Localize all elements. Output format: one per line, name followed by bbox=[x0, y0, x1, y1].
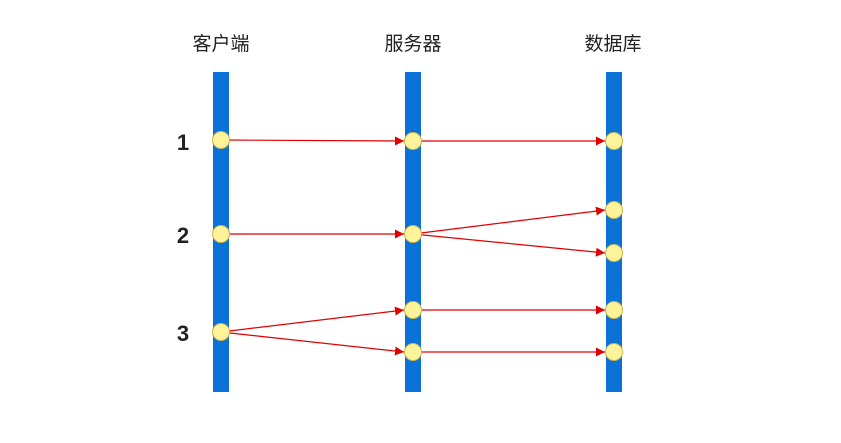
node-client-step3 bbox=[212, 323, 230, 341]
edge-step3-client-to-server-lower bbox=[220, 331, 405, 356]
edge-step1-client-to-server bbox=[220, 136, 405, 146]
node-server-step3-lower bbox=[404, 343, 422, 361]
node-client-step1 bbox=[212, 131, 230, 149]
edge-step3-client-to-server-upper bbox=[220, 306, 405, 333]
lane-title-client: 客户端 bbox=[192, 33, 249, 55]
node-database-step2-upper bbox=[605, 201, 623, 219]
node-server-step1 bbox=[404, 132, 422, 150]
step-label-2: 2 bbox=[177, 223, 189, 248]
node-server-step2 bbox=[404, 225, 422, 243]
node-database-step1 bbox=[605, 132, 623, 150]
step-label-1: 1 bbox=[177, 130, 189, 155]
node-client-step2 bbox=[212, 225, 230, 243]
sequence-diagram: 客户端 服务器 数据库 1 2 3 bbox=[177, 33, 642, 392]
node-database-step3-lower bbox=[605, 343, 623, 361]
lane-title-server: 服务器 bbox=[384, 33, 441, 55]
lane-title-database: 数据库 bbox=[584, 33, 641, 55]
node-database-step3-upper bbox=[605, 301, 623, 319]
edge-step2-server-to-database-upper bbox=[412, 206, 606, 235]
node-server-step3-upper bbox=[404, 301, 422, 319]
node-database-step2-lower bbox=[605, 244, 623, 262]
edge-step2-server-to-database-lower bbox=[412, 233, 606, 257]
step-label-3: 3 bbox=[177, 321, 189, 346]
